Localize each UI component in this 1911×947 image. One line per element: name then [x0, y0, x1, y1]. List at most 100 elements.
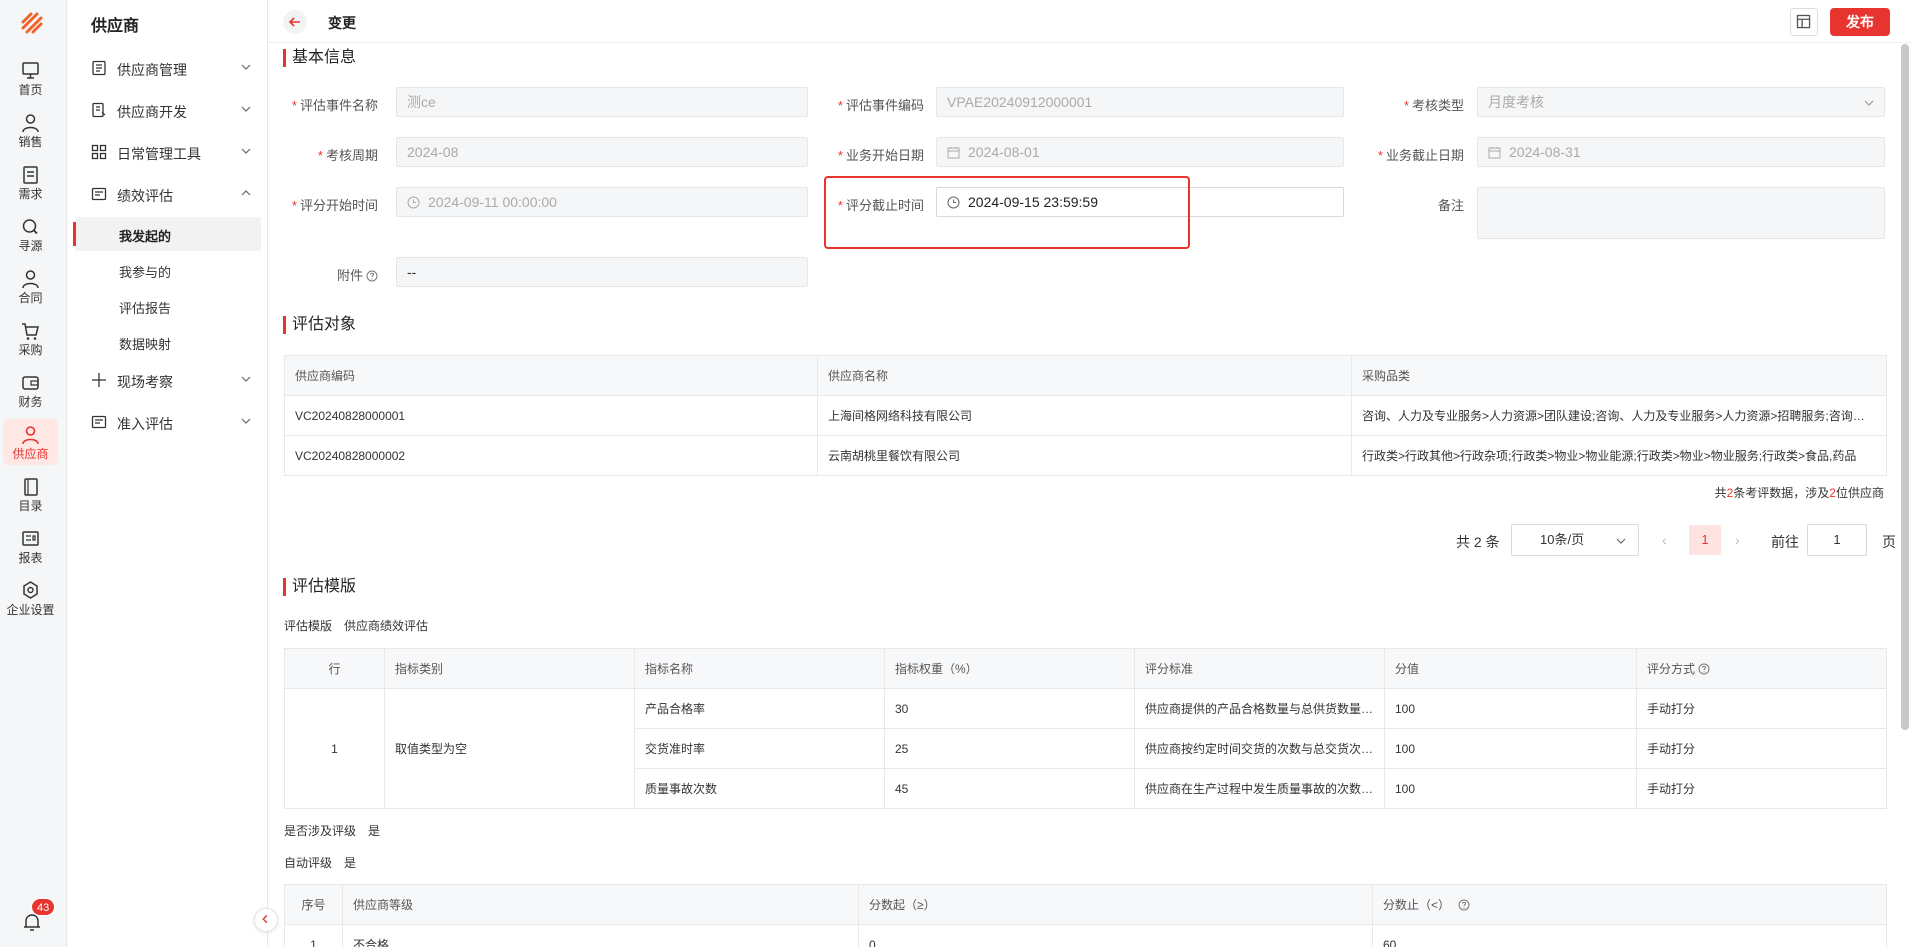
- prev-page-button[interactable]: ‹: [1662, 532, 1676, 548]
- sub-item-evaluation-report[interactable]: 评估报告: [75, 289, 261, 323]
- page-suffix: 页: [1882, 534, 1896, 550]
- select-value: 月度考核: [1488, 94, 1544, 110]
- search-icon: [22, 219, 38, 235]
- clock-icon: [407, 196, 420, 209]
- table-cell: 产品合格率: [634, 688, 885, 729]
- question-circle-icon[interactable]: [1698, 663, 1710, 675]
- rail-label: 销售: [18, 135, 43, 149]
- table-cell: 云南胡桃里餐饮有限公司: [817, 435, 1352, 476]
- table-cell-row-no: 1: [284, 688, 385, 809]
- header-text: 分数止（<）: [1383, 898, 1451, 912]
- summary-text: 条考评数据，涉及: [1733, 486, 1830, 500]
- rail-item-sales[interactable]: 销售: [3, 107, 58, 153]
- assessment-period-field[interactable]: 2024-08: [396, 137, 808, 167]
- label-text: 评估事件名称: [299, 98, 378, 113]
- wallet-icon: [22, 376, 39, 390]
- rail-item-report[interactable]: 报表: [3, 523, 58, 569]
- menu-item-supplier-management[interactable]: 供应商管理: [75, 51, 261, 85]
- assessment-period-label: * 考核周期: [268, 145, 378, 164]
- question-circle-icon[interactable]: [366, 270, 378, 282]
- table-cell: VC20240828000002: [284, 435, 818, 476]
- required-mark: *: [1377, 148, 1383, 163]
- col-supplier-level: 供应商等级: [342, 884, 859, 925]
- event-name-field[interactable]: 测ce: [396, 87, 808, 117]
- rail-item-home[interactable]: 首页: [3, 55, 58, 101]
- layout-toggle-button[interactable]: [1790, 8, 1818, 36]
- menu-item-site-inspection[interactable]: 现场考察: [75, 363, 261, 397]
- field-value: 2024-09-11 00:00:00: [428, 194, 557, 210]
- rail-item-finance[interactable]: 财务: [3, 367, 58, 413]
- table-cell: 交货准时率: [634, 728, 885, 769]
- rail-item-catalog[interactable]: 目录: [3, 471, 58, 517]
- event-code-field[interactable]: VPAE20240912000001: [936, 87, 1344, 117]
- menu-item-performance-evaluation[interactable]: 绩效评估: [75, 177, 261, 211]
- rail-item-supplier[interactable]: 供应商: [3, 419, 58, 465]
- col-supplier-name: 供应商名称: [817, 355, 1352, 396]
- next-page-button[interactable]: ›: [1735, 532, 1749, 548]
- col-scoring-standard: 评分标准: [1134, 648, 1385, 689]
- question-circle-icon[interactable]: [1458, 899, 1470, 911]
- table-row: 1 取值类型为空 产品合格率 30 供应商提供的产品合格数量与总供货数量的比率 …: [284, 688, 1887, 809]
- required-mark: *: [1403, 98, 1409, 113]
- menu-item-daily-tools[interactable]: 日常管理工具: [75, 135, 261, 169]
- biz-end-date-label: * 业务截止日期: [1354, 145, 1464, 164]
- rail-item-demand[interactable]: 需求: [3, 159, 58, 205]
- goto-page-input[interactable]: 1: [1807, 524, 1867, 556]
- table-cell: 咨询、人力及专业服务>人力资源>团队建设;咨询、人力及专业服务>人力资源>招聘服…: [1351, 395, 1887, 436]
- rail-item-enterprise-settings[interactable]: 企业设置: [3, 575, 58, 621]
- assessment-type-select[interactable]: 月度考核: [1477, 87, 1885, 117]
- rail-label: 供应商: [12, 447, 49, 461]
- label-text: 考核类型: [1411, 98, 1464, 113]
- biz-start-date-field[interactable]: 2024-08-01: [936, 137, 1344, 167]
- col-score-from: 分数起（≥）: [858, 884, 1373, 925]
- rail-label: 寻源: [18, 239, 43, 253]
- rail-label: 目录: [18, 499, 43, 513]
- required-mark: *: [837, 98, 843, 113]
- vertical-scrollbar[interactable]: [1901, 44, 1909, 730]
- col-supplier-code: 供应商编码: [284, 355, 818, 396]
- chevron-down-icon: [241, 376, 251, 382]
- secondary-menu: 供应商 供应商管理 供应商开发 日常管理工具 绩效评估 我发起的 我参与的 评估…: [67, 0, 268, 947]
- table-cell: 0: [858, 924, 1373, 947]
- table-cell: 手动打分: [1636, 688, 1887, 729]
- table-cell: 上海间格网络科技有限公司: [817, 395, 1352, 436]
- col-score: 分值: [1384, 648, 1637, 689]
- rail-label: 财务: [18, 395, 43, 409]
- menu-item-admission-evaluation[interactable]: 准入评估: [75, 405, 261, 439]
- main-content: 变更 发布 基本信息 * 评估事件名称 测ce * 评估事件编码 VPAE20240…: [268, 0, 1911, 947]
- col-indicator-weight: 指标权重（%）: [884, 648, 1135, 689]
- grading-label: 是否涉及评级: [284, 824, 357, 838]
- table-cell-category: 取值类型为空: [384, 688, 635, 809]
- event-name-label: * 评估事件名称: [268, 95, 378, 114]
- rail-item-purchase[interactable]: 采购: [3, 315, 58, 361]
- page-size-select[interactable]: 10条/页: [1511, 524, 1639, 556]
- book-icon: [24, 478, 38, 496]
- score-start-time-field[interactable]: 2024-09-11 00:00:00: [396, 187, 808, 217]
- remark-label: 备注: [1437, 198, 1464, 213]
- summary-supplier-count: 2: [1829, 486, 1836, 500]
- person-icon: [22, 114, 39, 133]
- sub-item-participated[interactable]: 我参与的: [75, 253, 261, 287]
- table-header-row: 供应商编码 供应商名称 采购品类: [284, 355, 1887, 396]
- sub-item-initiated-by-me[interactable]: 我发起的: [73, 217, 261, 251]
- auto-grading-row: 自动评级是: [284, 854, 356, 871]
- biz-end-date-field[interactable]: 2024-08-31: [1477, 137, 1885, 167]
- back-button[interactable]: [283, 10, 307, 34]
- grading-value: 是: [368, 824, 381, 838]
- rail-item-sourcing[interactable]: 寻源: [3, 211, 58, 257]
- remark-textarea[interactable]: [1477, 187, 1885, 239]
- sub-item-data-mapping[interactable]: 数据映射: [75, 325, 261, 359]
- table-cell: 100: [1384, 728, 1637, 769]
- rail-label: 报表: [18, 551, 43, 565]
- col-seq: 序号: [284, 884, 343, 925]
- brand-logo-icon: [21, 12, 43, 34]
- page-number-current[interactable]: 1: [1689, 525, 1721, 555]
- chevron-down-icon: [241, 64, 251, 70]
- publish-button[interactable]: 发布: [1830, 8, 1890, 36]
- menu-title: 供应商: [91, 18, 140, 35]
- menu-item-supplier-development[interactable]: 供应商开发: [75, 93, 261, 127]
- required-mark: *: [317, 148, 323, 163]
- arrow-left-icon: [288, 17, 300, 27]
- sub-item-label: 我发起的: [119, 229, 172, 244]
- rail-item-contract[interactable]: 合同: [3, 263, 58, 309]
